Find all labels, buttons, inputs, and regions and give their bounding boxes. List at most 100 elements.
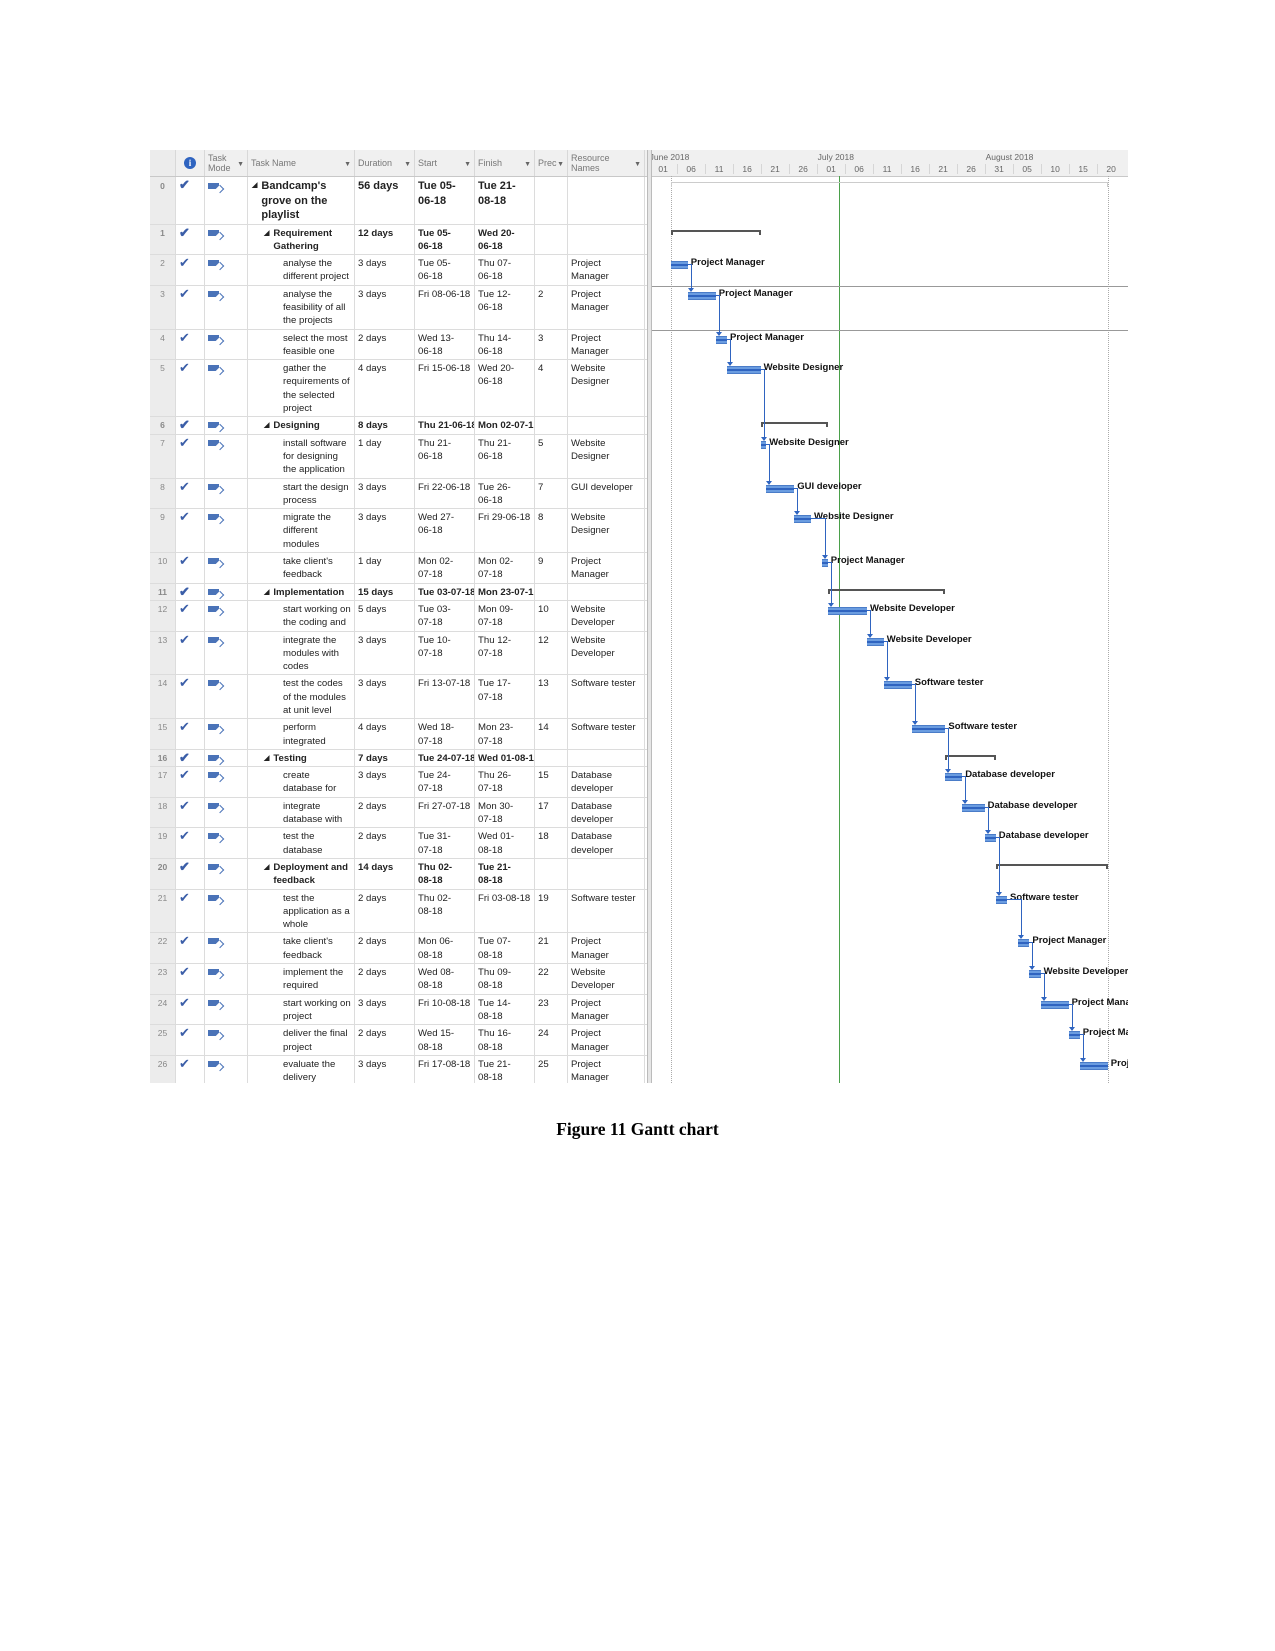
collapse-triangle-icon[interactable]: ◢	[264, 861, 269, 888]
summary-bar[interactable]	[671, 182, 1108, 187]
task-bar[interactable]	[715, 336, 728, 344]
finish-cell[interactable]: Tue 14-08-18	[475, 994, 535, 1025]
start-cell[interactable]: Tue 05-06-18	[415, 177, 475, 224]
resource-cell[interactable]: Software tester	[568, 889, 645, 933]
task-bar[interactable]	[1040, 1001, 1069, 1009]
chevron-down-icon[interactable]: ▼	[237, 161, 244, 168]
table-row[interactable]: 24 ✔ start working on project 3 days Fri 10-…	[150, 994, 647, 1026]
summary-bar[interactable]	[671, 230, 761, 235]
finish-cell[interactable]: Mon 30-07-18	[475, 797, 535, 828]
start-cell[interactable]: Wed 18-07-18	[415, 719, 475, 749]
table-row[interactable]: 20 ✔ ◢ Deployment and feedback 14 days Thu 02…	[150, 858, 647, 890]
start-cell[interactable]: Thu 02-08-18	[415, 858, 475, 889]
start-cell[interactable]: Tue 05-06-18	[415, 255, 475, 285]
task-bar[interactable]	[794, 515, 811, 523]
table-row[interactable]: 18 ✔ integrate database with 2 days Fri 27-0…	[150, 797, 647, 829]
duration-cell[interactable]: 2 days	[355, 329, 415, 360]
task-name-cell[interactable]: select the most feasible one	[248, 329, 355, 360]
finish-cell[interactable]: Thu 16-08-18	[475, 1025, 535, 1055]
table-row[interactable]: 1 ✔ ◢ Requirement Gathering 12 days Tue 05-06…	[150, 224, 647, 256]
duration-cell[interactable]: 3 days	[355, 631, 415, 675]
task-name-cell[interactable]: start working on project	[248, 994, 355, 1025]
table-row[interactable]: 3 ✔ analyse the feasibility of all the pro…	[150, 285, 647, 330]
task-name-cell[interactable]: ◢ Bandcamp's grove on the playlist	[248, 177, 355, 224]
start-cell[interactable]: Tue 24-07-18	[415, 767, 475, 797]
resource-cell[interactable]: Software tester	[568, 675, 645, 719]
table-row[interactable]: 21 ✔ test the application as a whole 2 days…	[150, 889, 647, 934]
predecessors-cell[interactable]	[535, 255, 568, 285]
duration-cell[interactable]: 3 days	[355, 255, 415, 285]
resource-cell[interactable]	[568, 417, 645, 434]
chevron-down-icon[interactable]: ▼	[557, 161, 564, 168]
task-name-cell[interactable]: evaluate the delivery	[248, 1055, 355, 1083]
task-name-cell[interactable]: take client's feedback	[248, 933, 355, 964]
chevron-down-icon[interactable]: ▼	[464, 161, 471, 168]
finish-cell[interactable]: Tue 26-06-18	[475, 478, 535, 509]
resource-cell[interactable]: Project Manager	[568, 255, 645, 285]
task-name-cell[interactable]: ◢ Testing	[248, 749, 355, 767]
finish-cell[interactable]: Fri 29-06-18	[475, 509, 535, 553]
resource-cell[interactable]: Software tester	[568, 719, 645, 749]
table-row[interactable]: 0 ✔ ◢ Bandcamp's grove on the playlist 56 da…	[150, 177, 647, 225]
resource-cell[interactable]: Project Manager	[568, 1055, 645, 1083]
task-bar[interactable]	[827, 607, 868, 615]
task-name-cell[interactable]: start working on the coding and	[248, 600, 355, 631]
predecessors-cell[interactable]: 24	[535, 1025, 568, 1055]
resource-cell[interactable]	[568, 224, 645, 255]
task-name-cell[interactable]: ◢ Deployment and feedback	[248, 858, 355, 889]
task-name-cell[interactable]: test the codes of the modules at unit le…	[248, 675, 355, 719]
table-row[interactable]: 15 ✔ perform integrated 4 days Wed 18-07-18 M…	[150, 719, 647, 750]
duration-cell[interactable]: 3 days	[355, 1055, 415, 1083]
predecessors-cell[interactable]: 19	[535, 889, 568, 933]
resource-cell[interactable]: Website Designer	[568, 434, 645, 478]
summary-bar[interactable]	[995, 864, 1108, 869]
task-name-cell[interactable]: gather the requirements of the selected …	[248, 360, 355, 417]
duration-cell[interactable]: 14 days	[355, 858, 415, 889]
finish-cell[interactable]: Thu 09-08-18	[475, 964, 535, 994]
start-cell[interactable]: Tue 31-07-18	[415, 828, 475, 858]
col-task-name[interactable]: Task Name ▼	[248, 150, 355, 176]
resource-cell[interactable]: Database developer	[568, 828, 645, 858]
predecessors-cell[interactable]: 21	[535, 933, 568, 964]
table-row[interactable]: 9 ✔ migrate the different modules 3 days Wed…	[150, 509, 647, 554]
predecessors-cell[interactable]	[535, 749, 568, 767]
predecessors-cell[interactable]	[535, 224, 568, 255]
resource-cell[interactable]	[568, 583, 645, 600]
predecessors-cell[interactable]: 22	[535, 964, 568, 994]
task-name-cell[interactable]: create database for	[248, 767, 355, 797]
col-task-mode[interactable]: Task Mode ▼	[205, 150, 248, 176]
predecessors-cell[interactable]	[535, 583, 568, 600]
task-name-cell[interactable]: integrate the modules with codes	[248, 631, 355, 675]
duration-cell[interactable]: 12 days	[355, 224, 415, 255]
table-row[interactable]: 12 ✔ start working on the coding and 5 days…	[150, 600, 647, 632]
task-name-cell[interactable]: migrate the different modules	[248, 509, 355, 553]
task-name-cell[interactable]: ◢ Implementation	[248, 583, 355, 600]
table-row[interactable]: 26 ✔ evaluate the delivery 3 days Fri 17-08-…	[150, 1055, 647, 1083]
finish-cell[interactable]: Tue 07-08-18	[475, 933, 535, 964]
table-row[interactable]: 23 ✔ implement the required 2 days Wed 08-08…	[150, 964, 647, 995]
resource-cell[interactable]: Website Developer	[568, 631, 645, 675]
duration-cell[interactable]: 1 day	[355, 434, 415, 478]
finish-cell[interactable]: Tue 21-08-18	[475, 177, 535, 224]
predecessors-cell[interactable]: 8	[535, 509, 568, 553]
summary-bar[interactable]	[827, 589, 946, 594]
resource-cell[interactable]: Website Developer	[568, 964, 645, 994]
task-name-cell[interactable]: analyse the different project	[248, 255, 355, 285]
start-cell[interactable]: Mon 06-08-18	[415, 933, 475, 964]
col-finish[interactable]: Finish ▼	[475, 150, 535, 176]
finish-cell[interactable]: Tue 17-07-18	[475, 675, 535, 719]
resource-cell[interactable]: Database developer	[568, 797, 645, 828]
table-row[interactable]: 5 ✔ gather the requirements of the selecte…	[150, 360, 647, 418]
resource-cell[interactable]	[568, 177, 645, 224]
start-cell[interactable]: Fri 22-06-18	[415, 478, 475, 509]
finish-cell[interactable]: Tue 21-08-18	[475, 858, 535, 889]
start-cell[interactable]: Tue 03-07-18	[415, 600, 475, 631]
resource-cell[interactable]: Website Designer	[568, 509, 645, 553]
resource-cell[interactable]: Project Manager	[568, 994, 645, 1025]
task-bar[interactable]	[995, 896, 1008, 904]
finish-cell[interactable]: Mon 23-07-1	[475, 583, 535, 600]
predecessors-cell[interactable]: 23	[535, 994, 568, 1025]
start-cell[interactable]: Thu 21-06-18	[415, 434, 475, 478]
task-name-cell[interactable]: analyse the feasibility of all the proje…	[248, 285, 355, 329]
start-cell[interactable]: Fri 15-06-18	[415, 360, 475, 417]
